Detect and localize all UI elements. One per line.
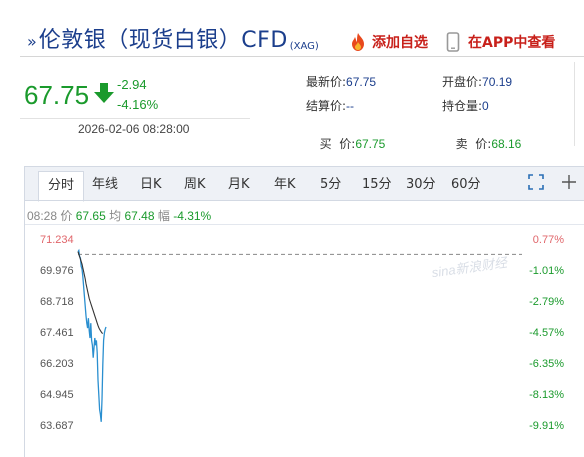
chart-watermark: sina新浪财经 (431, 255, 510, 281)
average-line (77, 251, 104, 334)
price-line (77, 248, 107, 422)
intraday-chart: sina新浪财经 (77, 248, 522, 422)
